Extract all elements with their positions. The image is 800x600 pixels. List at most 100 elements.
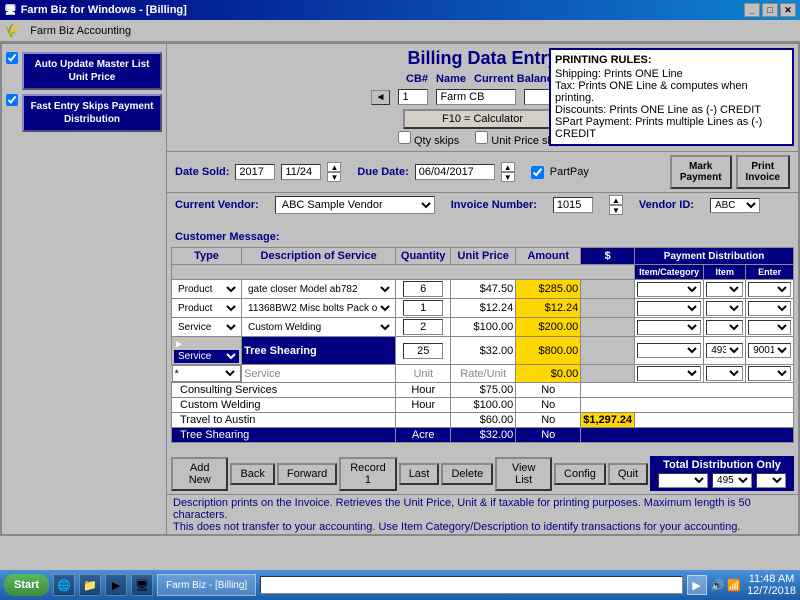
row1-enter[interactable] <box>748 282 791 297</box>
record-button[interactable]: Record 1 <box>339 457 396 491</box>
forward-button[interactable]: Forward <box>277 463 337 485</box>
service-hour3 <box>396 413 451 428</box>
row2-enter[interactable] <box>748 301 791 316</box>
row5-item[interactable] <box>706 366 743 381</box>
start-button[interactable]: Start <box>4 574 49 596</box>
fast-entry-checkbox[interactable] <box>6 94 18 106</box>
printing-rule-2: Tax: Prints ONE Line & computes when pri… <box>555 80 788 104</box>
row1-qty[interactable] <box>396 280 451 299</box>
vendor-id-select[interactable]: ABC <box>710 198 760 213</box>
vendor-select[interactable]: ABC Sample Vendor <box>275 196 435 214</box>
row4-type-select[interactable]: Service <box>174 350 239 363</box>
nav-arrow-left[interactable]: ◄ <box>371 90 391 105</box>
row1-item[interactable] <box>706 282 743 297</box>
row1-unit-price: $47.50 <box>451 280 516 299</box>
add-new-button[interactable]: Add New <box>171 457 228 491</box>
row1-amount: $285.00 <box>516 280 581 299</box>
taskbar-right: 🔊 📶 11:48 AM 12/7/2018 <box>711 573 796 597</box>
row4-item[interactable]: 493 <box>706 343 743 358</box>
taskbar-folder-icon[interactable]: 📁 <box>79 574 101 596</box>
auto-update-checkbox[interactable] <box>6 52 18 64</box>
service-custom-welding[interactable]: Custom Welding <box>172 398 396 413</box>
taskbar-billing-item[interactable]: Farm Biz - [Billing] <box>157 574 256 596</box>
service-travel[interactable]: Travel to Austin <box>172 413 396 428</box>
row3-type-select[interactable]: Service <box>174 321 239 334</box>
total-dist-enter-select[interactable] <box>756 473 786 488</box>
taskbar-app-icon[interactable]: 🖥 <box>131 574 153 596</box>
view-list-button[interactable]: View List <box>495 457 552 491</box>
fast-entry-button[interactable]: Fast Entry Skips Payment Distribution <box>22 94 162 132</box>
row2-item-cat[interactable] <box>637 301 701 316</box>
total-dist-label: Total Distribution Only <box>658 459 786 471</box>
form-area: Date Sold: ▲▼ Due Date: ▲▼ PartPay Mark … <box>167 151 798 193</box>
service-tree-shearing[interactable]: Tree Shearing <box>172 428 396 443</box>
row1-type-select[interactable]: Product <box>174 283 239 296</box>
qty-skips-checkbox[interactable] <box>398 131 411 144</box>
date-year-input[interactable] <box>235 164 275 180</box>
date-sold-label: Date Sold: <box>175 166 229 178</box>
date-up-btn[interactable]: ▲ <box>327 162 341 172</box>
row2-type-select[interactable]: Product <box>174 302 239 315</box>
back-button[interactable]: Back <box>230 463 274 485</box>
row3-enter[interactable] <box>748 320 791 335</box>
minimize-button[interactable]: _ <box>744 3 760 17</box>
service-list-row: Travel to Austin $60.00 No $1,297.24 <box>172 413 794 428</box>
due-date-down-btn[interactable]: ▼ <box>501 172 515 182</box>
auto-update-button[interactable]: Auto Update Master List Unit Price <box>22 52 162 90</box>
row4-enter[interactable]: 9001 <box>748 343 791 358</box>
row4-amount: $800.00 <box>516 337 581 365</box>
row4-desc: Tree Shearing <box>242 337 396 365</box>
close-button[interactable]: ✕ <box>780 3 796 17</box>
quit-button[interactable]: Quit <box>608 463 648 485</box>
print-invoice-button[interactable]: Print Invoice <box>736 155 790 189</box>
row5-rate: Rate/Unit <box>451 365 516 383</box>
service-consulting[interactable]: Consulting Services <box>172 383 396 398</box>
address-input[interactable] <box>260 576 682 594</box>
last-button[interactable]: Last <box>399 463 440 485</box>
taskbar-ie-icon[interactable]: 🌐 <box>53 574 75 596</box>
cb-label: CB# <box>406 73 428 85</box>
address-go-button[interactable]: ▶ <box>687 575 707 595</box>
delete-button[interactable]: Delete <box>441 463 493 485</box>
row5-item-cat[interactable] <box>637 366 701 381</box>
total-dist-cat-select[interactable] <box>658 473 708 488</box>
date-day-input[interactable] <box>281 164 321 180</box>
row4-qty[interactable] <box>396 337 451 365</box>
title-bar: 🖥 Farm Biz for Windows - [Billing] _ □ ✕ <box>0 0 800 20</box>
address-bar: ▶ <box>260 575 706 595</box>
invoice-down-btn[interactable]: ▼ <box>609 205 623 215</box>
config-button[interactable]: Config <box>554 463 606 485</box>
row1-item-cat[interactable] <box>637 282 701 297</box>
row3-item[interactable] <box>706 320 743 335</box>
row5-type-select[interactable] <box>181 367 238 380</box>
maximize-button[interactable]: □ <box>762 3 778 17</box>
invoice-number-input[interactable] <box>553 197 593 213</box>
invoice-up-btn[interactable]: ▲ <box>609 195 623 205</box>
cb-number-input[interactable] <box>398 89 428 105</box>
row2-unit-price: $12.24 <box>451 299 516 318</box>
calculator-button[interactable]: F10 = Calculator <box>403 109 563 129</box>
unit-price-skips-checkbox[interactable] <box>475 131 488 144</box>
total-dist-val-select[interactable]: 495 <box>712 473 752 488</box>
mark-payment-button[interactable]: Mark Payment <box>670 155 732 189</box>
row3-desc-select[interactable]: Custom Welding <box>244 321 393 334</box>
row3-item-cat[interactable] <box>637 320 701 335</box>
service-rate3: $60.00 <box>451 413 516 428</box>
row5-enter[interactable] <box>748 366 791 381</box>
row2-item[interactable] <box>706 301 743 316</box>
date-down-btn[interactable]: ▼ <box>327 172 341 182</box>
due-date-input[interactable] <box>415 164 495 180</box>
travel-amount: $1,297.24 <box>581 413 635 428</box>
taskbar-media-icon[interactable]: ▶ <box>105 574 127 596</box>
row5-desc: Service <box>242 365 396 383</box>
row1-desc-select[interactable]: gate closer Model ab782 <box>244 283 393 296</box>
due-date-up-btn[interactable]: ▲ <box>501 162 515 172</box>
row2-desc-select[interactable]: 11368BW2 Misc bolts Pack of 8 <box>244 302 393 315</box>
bottom-area: Add New Back Forward Record 1 Last Delet… <box>167 453 798 494</box>
part-pay-checkbox[interactable] <box>531 166 544 179</box>
item-header: Item <box>704 265 746 280</box>
row4-item-cat[interactable] <box>637 343 701 358</box>
menu-farm-biz[interactable]: Farm Biz Accounting <box>24 23 137 39</box>
cb-name-input[interactable] <box>436 89 516 105</box>
qty-skips-label: Qty skips <box>398 131 459 147</box>
